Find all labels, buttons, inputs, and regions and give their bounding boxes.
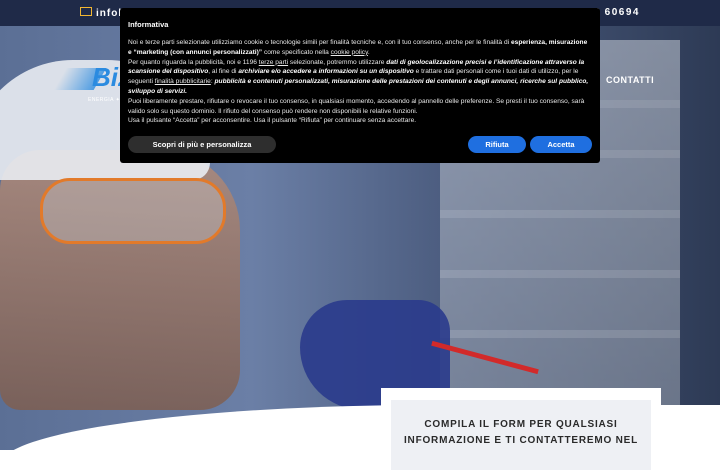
nav-item-contatti[interactable]: CONTATTI: [606, 75, 654, 85]
cookie-text: Per quanto riguarda la pubblicità, noi e…: [128, 58, 259, 66]
contact-form-header: COMPILA IL FORM PER QUALSIASI INFORMAZIO…: [391, 400, 651, 470]
cookie-text: Noi e terze parti selezionate utilizziam…: [128, 39, 512, 46]
form-title-line1: COMPILA IL FORM PER QUALSIASI: [424, 419, 618, 430]
phone-link[interactable]: 5 60694: [593, 7, 640, 18]
cookie-text: come specificato nella: [262, 48, 331, 56]
cookie-title: Informativa: [128, 20, 169, 29]
third-parties-link[interactable]: terze parti: [259, 59, 288, 66]
form-title-line2: INFORMAZIONE E TI CONTATTEREMO NEL: [403, 435, 639, 446]
envelope-icon: [80, 7, 92, 16]
cookie-text: , al fine di: [208, 68, 239, 76]
cookie-policy-link[interactable]: cookie policy: [331, 49, 368, 56]
cookie-consent-dialog: Informativa Noi e terze parti selezionat…: [120, 8, 600, 163]
ad-purposes-link[interactable]: finalità pubblicitarie: [155, 78, 211, 85]
cookie-text: .: [367, 48, 370, 56]
goggles-image: [40, 178, 226, 244]
learn-more-customize-button[interactable]: Scopri di più e personalizza: [128, 136, 276, 153]
form-title: COMPILA IL FORM PER QUALSIASI INFORMAZIO…: [391, 417, 651, 449]
email-link[interactable]: infob: [80, 7, 125, 19]
cookie-text: Puoi liberamente prestare, rifiutare o r…: [128, 97, 585, 115]
reject-button[interactable]: Rifiuta: [468, 136, 526, 153]
cookie-text: Usa il pulsante “Accetta” per acconsenti…: [128, 117, 417, 125]
accept-button[interactable]: Accetta: [530, 136, 592, 153]
cookie-text: selezionate, potremmo utilizzare: [288, 58, 387, 66]
cookie-text-bold: archiviare e/o accedere a informazioni s…: [238, 68, 414, 76]
contact-form-card: COMPILA IL FORM PER QUALSIASI INFORMAZIO…: [381, 388, 661, 470]
cookie-body: Noi e terze parti selezionate utilizziam…: [128, 38, 592, 126]
